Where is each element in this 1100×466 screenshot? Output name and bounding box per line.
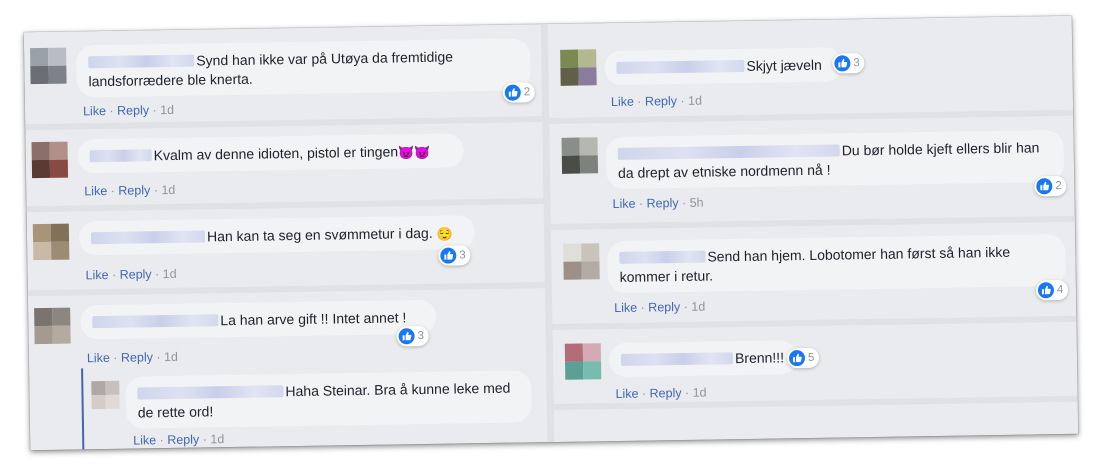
blurred-author-name[interactable]	[137, 385, 284, 400]
comment-item: Du bør holde kjeft ellers blir han da dr…	[549, 116, 1075, 224]
reply-link[interactable]: Reply	[648, 300, 680, 315]
comment-bubble: Kvalm av denne idioten, pistol er tingen…	[77, 133, 464, 174]
comment-item: Skjyt jæveln 3 Like · Reply · 1d	[548, 16, 1073, 118]
reaction-count[interactable]: 3	[832, 53, 865, 74]
reaction-count[interactable]: 3	[438, 245, 471, 266]
avatar[interactable]	[31, 141, 69, 179]
reply-link[interactable]: Reply	[646, 196, 678, 211]
timestamp[interactable]: 5h	[690, 196, 704, 210]
comment-item: Send han hjem. Lobotomer han først så ha…	[551, 222, 1076, 324]
like-thumb-icon	[1037, 282, 1055, 299]
blurred-author-name[interactable]	[619, 250, 706, 264]
blurred-author-name[interactable]	[88, 54, 195, 69]
like-link[interactable]: Like	[615, 387, 638, 401]
like-thumb-icon	[504, 84, 521, 101]
blurred-author-name[interactable]	[92, 314, 219, 329]
timestamp[interactable]: 1d	[161, 183, 175, 197]
comment-item: Han kan ta seg en svømmetur i dag. 😌 3 L…	[27, 204, 545, 290]
blurred-author-name[interactable]	[90, 230, 206, 245]
timestamp[interactable]: 1d	[163, 267, 177, 281]
like-link[interactable]: Like	[83, 104, 106, 118]
comment-bubble: Synd han ikke var på Utøya da fremtidige…	[75, 38, 531, 98]
comment-bubble: Han kan ta seg en svømmetur i dag. 😌	[78, 215, 476, 256]
blurred-author-name[interactable]	[616, 59, 745, 74]
reply-link[interactable]: Reply	[121, 350, 153, 365]
avatar[interactable]	[561, 137, 599, 174]
avatar[interactable]	[34, 307, 71, 345]
right-comment-column: Skjyt jæveln 3 Like · Reply · 1d Du bør …	[548, 16, 1079, 442]
reply-link[interactable]: Reply	[167, 433, 199, 448]
comment-actions: Like · Reply · 1d	[84, 182, 176, 199]
timestamp[interactable]: 1d	[210, 432, 224, 446]
comment-item: La han arve gift !! Intet annet ! 3 Like…	[28, 288, 546, 376]
like-thumb-icon	[834, 55, 851, 72]
like-thumb-icon	[1036, 178, 1053, 195]
like-link[interactable]: Like	[614, 301, 637, 315]
comment-bubble: Send han hjem. Lobotomer han først så ha…	[607, 233, 1066, 294]
comment-item: Kvalm av denne idioten, pistol er tingen…	[25, 122, 543, 206]
like-link[interactable]: Like	[612, 197, 635, 211]
reply-link[interactable]: Reply	[117, 103, 149, 118]
comment-actions: Like · Reply · 1d	[610, 93, 703, 110]
blurred-author-name[interactable]	[89, 149, 152, 163]
comment-bubble: Haha Steinar. Bra å kunne leke med de re…	[125, 370, 532, 429]
timestamp[interactable]: 1d	[160, 103, 174, 117]
reaction-count[interactable]: 5	[786, 347, 820, 369]
like-link[interactable]: Like	[87, 351, 110, 365]
reply-link[interactable]: Reply	[649, 386, 681, 401]
comment-actions: Like · Reply · 1d	[82, 102, 175, 119]
like-thumb-icon	[788, 350, 806, 367]
reply-link[interactable]: Reply	[118, 183, 150, 198]
avatar[interactable]	[30, 47, 67, 85]
comment-text: La han arve gift !! Intet annet !	[220, 309, 407, 329]
comment-item: Synd han ikke var på Utøya da fremtidige…	[24, 24, 542, 124]
avatar[interactable]	[91, 380, 120, 410]
comment-actions: Like · Reply · 5h	[612, 195, 704, 212]
comment-actions: Like · Reply · 1d	[133, 432, 225, 448]
reply-link[interactable]: Reply	[120, 267, 152, 282]
relieved-face-emoji-icon: 😌	[436, 226, 453, 242]
comment-bubble: Skjyt jæveln	[604, 47, 843, 86]
like-link[interactable]: Like	[85, 268, 108, 282]
timestamp[interactable]: 1d	[691, 300, 705, 314]
comment-text: Kvalm av denne idioten, pistol er tingen	[153, 143, 399, 164]
comment-text: Brenn!!!	[734, 349, 785, 367]
blurred-author-name[interactable]	[620, 352, 734, 366]
comment-text: Skjyt jæveln	[746, 56, 822, 74]
like-link[interactable]: Like	[133, 433, 156, 447]
comment-bubble: Brenn!!!	[608, 340, 798, 378]
timestamp[interactable]: 1d	[693, 386, 707, 400]
comment-item: Brenn!!! 5 Like · Reply · 1d	[553, 322, 1078, 404]
blurred-author-name[interactable]	[617, 144, 840, 160]
reaction-count[interactable]: 2	[1034, 175, 1067, 197]
like-link[interactable]: Like	[611, 95, 634, 109]
comment-bubble: Du bør holde kjeft ellers blir han da dr…	[605, 129, 1065, 190]
comment-actions: Like · Reply · 1d	[85, 266, 177, 283]
reaction-count[interactable]: 3	[396, 325, 430, 347]
timestamp[interactable]: 1d	[164, 350, 178, 364]
left-comment-column: Synd han ikke var på Utøya da fremtidige…	[24, 24, 548, 450]
reaction-count[interactable]: 4	[1035, 279, 1069, 301]
comments-screenshot: Synd han ikke var på Utøya da fremtidige…	[23, 15, 1079, 451]
avatar[interactable]	[32, 223, 70, 261]
reaction-count[interactable]: 2	[502, 82, 536, 103]
comment-actions: Like · Reply · 1d	[615, 385, 707, 402]
avatar[interactable]	[563, 243, 600, 280]
like-thumb-icon	[440, 247, 457, 264]
reply-link[interactable]: Reply	[645, 94, 677, 109]
avatar[interactable]	[560, 49, 597, 86]
angry-devil-emoji-icon: 👿👿	[397, 144, 431, 161]
comment-actions: Like · Reply · 1d	[86, 349, 179, 366]
comment-actions: Like · Reply · 1d	[614, 299, 706, 316]
like-thumb-icon	[398, 328, 415, 345]
timestamp[interactable]: 1d	[688, 94, 702, 108]
comment-text: Han kan ta seg en svømmetur i dag.	[206, 224, 433, 245]
comment-bubble: La han arve gift !! Intet annet !	[80, 299, 437, 340]
reply-item: Haha Steinar. Bra å kunne leke med de re…	[29, 364, 547, 450]
comment-text: Send han hjem. Lobotomer han først så ha…	[619, 243, 1011, 285]
like-link[interactable]: Like	[84, 184, 107, 198]
avatar[interactable]	[564, 343, 602, 380]
